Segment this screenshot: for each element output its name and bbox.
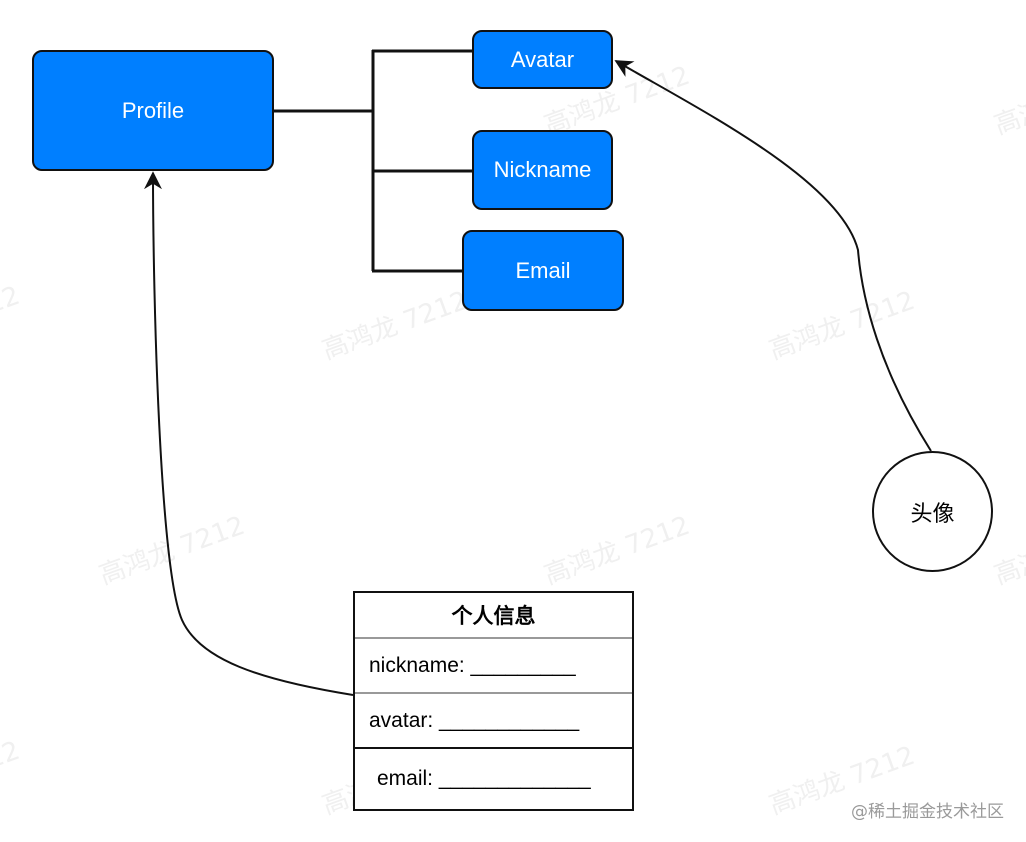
form-row-label: nickname: _________	[369, 653, 576, 677]
arrow-form-to-profile	[144, 171, 354, 696]
form-row-avatar[interactable]: avatar: ____________	[355, 694, 632, 749]
profile-form-table: 个人信息 nickname: _________ avatar: _______…	[353, 591, 634, 811]
form-title: 个人信息	[355, 593, 632, 639]
arrow-circle-to-avatar	[614, 60, 932, 452]
avatar-circle-node[interactable]: 头像	[872, 451, 993, 572]
source-credit: @稀土掘金技术社区	[851, 802, 1004, 822]
form-row-nickname[interactable]: nickname: _________	[355, 639, 632, 694]
node-email[interactable]: Email	[462, 230, 624, 311]
node-profile[interactable]: Profile	[32, 50, 274, 171]
node-avatar[interactable]: Avatar	[472, 30, 613, 89]
form-row-email[interactable]: email: _____________	[355, 749, 632, 808]
node-nickname[interactable]: Nickname	[472, 130, 613, 210]
form-row-label: avatar: ____________	[369, 708, 580, 732]
circle-label: 头像	[910, 501, 955, 527]
form-row-label: email: _____________	[377, 766, 591, 790]
